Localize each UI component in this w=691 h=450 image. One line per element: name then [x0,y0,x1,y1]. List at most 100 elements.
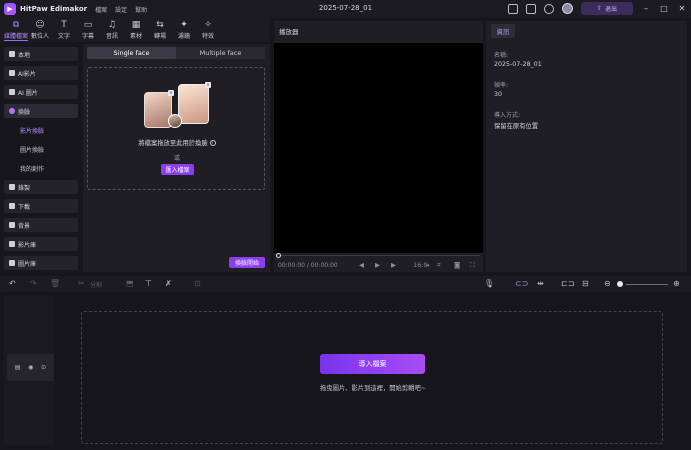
fullscreen-icon[interactable]: ⛶ [470,261,475,270]
marker-icon[interactable]: ⬒ [126,279,134,288]
info-fps-label: 幀率: [494,82,509,89]
export-clip-icon[interactable]: ⊡ [194,279,201,288]
logout-button[interactable]: ⇧ 退出 [581,2,633,15]
snapshot-icon[interactable]: ◙ [454,261,460,269]
sidebar-item-label: 圖片庫 [18,260,37,268]
player-progress-track[interactable] [278,255,480,256]
layout-icon[interactable] [508,3,518,14]
minimize-icon[interactable]: – [641,4,651,13]
next-frame-icon[interactable]: ▶ [391,261,396,269]
zoom-slider-track[interactable] [626,284,668,285]
prev-frame-icon[interactable]: ◀ [359,261,364,269]
effects-icon: ✧ [204,20,212,30]
faceswap-dropzone[interactable]: × × 將檔案拖放至此用於換臉 i 或 匯入檔案 [87,67,265,190]
toolbar-label: 特效 [201,33,214,40]
zoom-out-icon[interactable]: ⊖ [604,279,611,288]
microphone-icon[interactable]: 🎙 [484,279,494,288]
sidebar-item-icon [9,241,15,247]
player-progress-handle[interactable] [276,253,281,258]
sidebar-item-label: 影片庫 [18,241,37,249]
eye-icon[interactable]: ◉ [28,364,33,371]
toolbar-label: 素材 [129,33,142,40]
lock-icon[interactable]: ⊙ [41,364,46,371]
logout-label: 退出 [605,6,618,13]
sidebar-item[interactable]: AI 圖片 [4,85,78,99]
redo-icon[interactable]: ↷ [30,279,37,288]
sidebar-subitem[interactable]: 我的創作 [4,161,78,175]
avatar[interactable] [562,3,573,14]
sidebar-item[interactable]: 換臉 [4,104,78,118]
faceswap-panel: Single face Multiple face × × 將檔案拖放至此用於換… [83,44,270,272]
ripple-icon[interactable]: ⊏⊐ [561,279,574,288]
sidebar-item[interactable]: 下載 [4,199,78,213]
aspect-ratio-select[interactable]: 16:9 [413,261,428,269]
menu-help[interactable]: 幫助 [135,5,147,14]
toolbar-subtitle[interactable]: ▭ 字幕 [76,19,100,41]
sidebar-item[interactable]: 影片庫 [4,237,78,251]
sample-source-face [168,114,182,128]
download-icon[interactable] [544,3,554,14]
video-preview[interactable] [274,43,483,253]
timeline-hint: 拖曳圖片、影片到這裡，開始剪輯吧~ [319,385,427,392]
snap-icon[interactable]: ⇹ [537,279,544,288]
scissors-icon[interactable]: ✂ [78,279,85,288]
sidebar-item[interactable]: 本地 [4,47,78,61]
sidebar-item[interactable]: AI影片 [4,66,78,80]
chevron-down-icon[interactable]: ▾ [427,263,430,269]
toolbar-avatar[interactable]: ☺ 數位人 [28,19,52,41]
toolbar-assets[interactable]: ▦ 素材 [124,19,148,41]
info-import-value: 保留在原有位置 [494,123,539,130]
avatar-icon: ☺ [35,20,45,30]
player-panel: 播放器 00:00:00 / 00:00:00 ◀ ▶ ▶ 16:9 ▾ ⌗ ◙… [274,21,483,272]
sidebar-item-label: 下載 [18,203,31,211]
upload-icon: ⇧ [596,5,602,12]
tab-single-face[interactable]: Single face [87,47,176,59]
sidebar-item-icon [9,260,15,266]
drop-hint: 將檔案拖放至此用於換臉 i [88,138,266,147]
toolbar-filter[interactable]: ✦ 濾鏡 [172,19,196,41]
toolbar-text[interactable]: T 文字 [52,19,76,41]
info-icon[interactable]: i [209,140,216,146]
fit-icon[interactable]: ⊟ [582,279,589,288]
timeline-toolbar: ↶ ↷ 🗑 ✂ 分割 ⬒ ⊤ ✗ ⊡ 🎙 ⊂⊃ ⇹ ⊏⊐ ⊟ ⊖ ⊕ [0,276,691,292]
sidebar-subitem[interactable]: 影片換臉 [4,123,78,137]
sidebar-item[interactable]: 背景 [4,218,78,232]
sidebar-item[interactable]: 錄製 [4,180,78,194]
zoom-in-icon[interactable]: ⊕ [673,279,680,288]
tab-info[interactable]: 資訊 [491,24,515,38]
track-controls: ▤ ◉ ⊙ [7,354,54,381]
sidebar-subitem[interactable]: 圖片換臉 [4,142,78,156]
toolbar-transition[interactable]: ⇆ 轉場 [148,19,172,41]
remove-subtitle-icon[interactable]: ✗ [165,279,172,288]
timeline-dropzone[interactable]: 導入檔案 拖曳圖片、影片到這裡，開始剪輯吧~ [81,311,663,444]
tab-multiple-face[interactable]: Multiple face [176,47,265,59]
undo-icon[interactable]: ↶ [9,279,16,288]
media-icon: ⧉ [12,19,20,30]
link-icon[interactable]: ⊂⊃ [515,279,528,288]
import-file-button[interactable]: 匯入檔案 [161,164,194,175]
sidebar-item[interactable]: 圖片庫 [4,256,78,270]
toolbar-label: 音訊 [105,33,118,40]
assets-icon: ▦ [131,20,141,30]
menu-file[interactable]: 檔案 [95,5,107,14]
maximize-icon[interactable]: □ [659,4,669,13]
import-media-button[interactable]: 導入檔案 [320,354,425,374]
toolbar-effects[interactable]: ✧ 特效 [196,19,220,41]
menu-settings[interactable]: 設定 [115,5,127,14]
crop-icon[interactable]: ⌗ [437,261,441,270]
text-tool-icon[interactable]: ⊤ [145,279,152,288]
toolbar-media[interactable]: ⧉ 媒體檔案 [4,19,28,41]
zoom-slider-handle[interactable] [617,281,623,287]
media-sidebar: 本地 AI影片 AI 圖片換臉影片換臉圖片換臉我的創作錄製下載背景影片庫圖片庫 [4,47,78,271]
drop-hint-text: 將檔案拖放至此用於換臉 [138,140,208,147]
message-icon[interactable] [526,3,536,14]
track-film-icon[interactable]: ▤ [15,364,21,371]
split-label[interactable]: 分割 [90,280,102,289]
player-time: 00:00:00 / 00:00:00 [278,262,338,269]
start-faceswap-button[interactable]: 換臉開始 [229,257,265,268]
play-icon[interactable]: ▶ [375,261,380,269]
close-icon[interactable]: ✕ [677,4,687,13]
toolbar-audio[interactable]: ♫ 音訊 [100,19,124,41]
sidebar-item-icon [9,108,15,114]
delete-icon[interactable]: 🗑 [50,279,60,288]
